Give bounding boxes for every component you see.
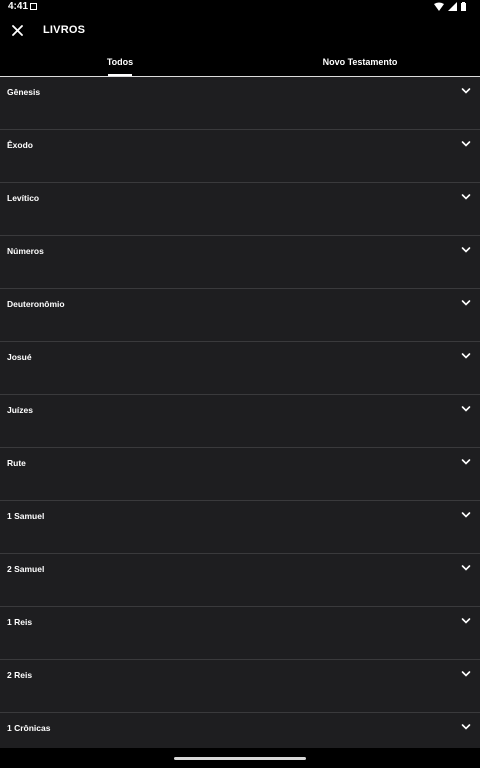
tab-todos[interactable]: Todos bbox=[0, 48, 240, 76]
chevron-down-icon[interactable] bbox=[461, 140, 471, 148]
close-button[interactable] bbox=[6, 19, 28, 41]
book-list: Gênesis Êxodo Levítico Números Deuteronômio J… bbox=[0, 77, 480, 766]
chevron-down-icon[interactable] bbox=[461, 617, 471, 625]
chevron-down-icon[interactable] bbox=[461, 723, 471, 731]
list-item[interactable]: 1 Samuel bbox=[0, 501, 480, 554]
tab-indicator bbox=[108, 74, 132, 76]
page-title: LIVROS bbox=[43, 24, 86, 36]
list-item-label: Êxodo bbox=[7, 140, 33, 150]
list-item[interactable]: 2 Reis bbox=[0, 660, 480, 713]
list-item-label: 2 Reis bbox=[7, 670, 33, 680]
list-item[interactable]: Juízes bbox=[0, 395, 480, 448]
navigation-bar bbox=[0, 748, 480, 768]
chevron-down-icon[interactable] bbox=[461, 246, 471, 254]
chevron-down-icon[interactable] bbox=[461, 87, 471, 95]
list-item-label: 1 Samuel bbox=[7, 511, 45, 521]
signal-icon bbox=[448, 2, 457, 11]
chevron-down-icon[interactable] bbox=[461, 193, 471, 201]
list-item-label: Gênesis bbox=[7, 87, 41, 97]
list-item[interactable]: Êxodo bbox=[0, 130, 480, 183]
list-item[interactable]: Números bbox=[0, 236, 480, 289]
chevron-down-icon[interactable] bbox=[461, 511, 471, 519]
list-item[interactable]: Gênesis bbox=[0, 77, 480, 130]
battery-icon bbox=[461, 2, 466, 11]
chevron-down-icon[interactable] bbox=[461, 405, 471, 413]
chevron-down-icon[interactable] bbox=[461, 564, 471, 572]
chevron-down-icon[interactable] bbox=[461, 458, 471, 466]
chevron-down-icon[interactable] bbox=[461, 299, 471, 307]
list-item[interactable]: Josué bbox=[0, 342, 480, 395]
app-bar: LIVROS bbox=[0, 14, 480, 48]
list-item[interactable]: 1 Reis bbox=[0, 607, 480, 660]
chevron-down-icon[interactable] bbox=[461, 670, 471, 678]
notification-icon bbox=[30, 3, 37, 10]
list-item-label: Rute bbox=[7, 458, 26, 468]
list-item-label: Números bbox=[7, 246, 44, 256]
list-item-label: Juízes bbox=[7, 405, 33, 415]
status-time: 4:41 bbox=[8, 1, 29, 12]
list-item-label: 2 Samuel bbox=[7, 564, 45, 574]
list-item-label: 1 Reis bbox=[7, 617, 33, 627]
home-indicator[interactable] bbox=[174, 757, 306, 760]
list-item-label: Josué bbox=[7, 352, 32, 362]
list-item[interactable]: Rute bbox=[0, 448, 480, 501]
list-item[interactable]: 2 Samuel bbox=[0, 554, 480, 607]
chevron-down-icon[interactable] bbox=[461, 352, 471, 360]
tab-novo-testamento[interactable]: Novo Testamento bbox=[240, 48, 480, 76]
list-item-label: 1 Crônicas bbox=[7, 723, 51, 733]
tab-bar: Todos Novo Testamento bbox=[0, 48, 480, 77]
list-item[interactable]: Deuteronômio bbox=[0, 289, 480, 342]
list-item[interactable]: Levítico bbox=[0, 183, 480, 236]
status-icons bbox=[434, 2, 466, 11]
list-item-label: Levítico bbox=[7, 193, 40, 203]
status-bar: 4:41 bbox=[0, 0, 480, 14]
close-icon bbox=[11, 24, 23, 36]
wifi-icon bbox=[434, 2, 444, 11]
list-item-label: Deuteronômio bbox=[7, 299, 65, 309]
